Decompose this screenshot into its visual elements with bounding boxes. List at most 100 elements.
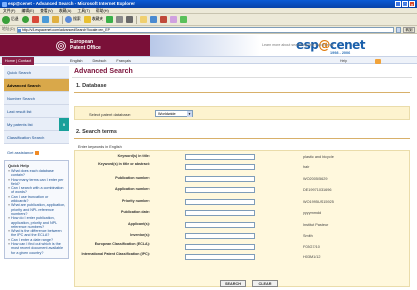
search-icon xyxy=(65,16,73,23)
refresh-icon[interactable] xyxy=(41,16,49,23)
quick-help-link[interactable]: What are publication, application, prior… xyxy=(8,203,66,216)
inventors-input[interactable] xyxy=(185,233,255,239)
toolbar-divider xyxy=(136,15,137,24)
home-icon[interactable] xyxy=(51,16,59,23)
address-dropdown-button[interactable] xyxy=(396,26,401,33)
clear-button[interactable]: CLEAR xyxy=(252,280,278,287)
stop-icon[interactable] xyxy=(31,16,39,23)
epo-name-line2: Patent Office xyxy=(70,44,101,51)
help-icon[interactable] xyxy=(375,58,381,64)
sidebar-item-last-result-list[interactable]: Last result list xyxy=(4,105,69,118)
back-button[interactable]: 后退 xyxy=(2,15,19,24)
form-row-title: Keyword(s) in title: plastic and bicycle xyxy=(75,154,411,162)
sidebar: Quick Search Advanced Search Number Sear… xyxy=(4,66,69,259)
field-example: Institut Pasteur xyxy=(303,223,329,227)
field-example: plastic and bicycle xyxy=(303,155,334,159)
back-label: 后退 xyxy=(11,17,19,21)
header-gradient xyxy=(150,35,260,56)
menu-tools[interactable]: 工具(T) xyxy=(77,8,89,13)
applicants-input[interactable] xyxy=(185,222,255,228)
field-example: DE19971031696 xyxy=(303,188,332,192)
sidebar-item-advanced-search[interactable]: Advanced Search xyxy=(4,79,69,92)
menu-file[interactable]: 文件(F) xyxy=(3,8,15,13)
sidebar-item-my-patents-list[interactable]: My patents list 0 xyxy=(4,118,69,131)
field-example: WO2005/5629 xyxy=(303,177,328,181)
field-label: Applicant(s): xyxy=(128,222,150,226)
home-contact-link[interactable]: Home | Contact xyxy=(2,57,34,65)
history-icon[interactable] xyxy=(106,16,114,23)
database-select[interactable]: Worldwide ▼ xyxy=(155,110,193,117)
folder-icon[interactable] xyxy=(139,16,147,23)
research-icon[interactable] xyxy=(179,16,187,23)
menu-view[interactable]: 查看(V) xyxy=(40,8,53,13)
form-row-inventors: Inventor(s): Smith xyxy=(75,233,411,241)
menu-help[interactable]: 帮助(H) xyxy=(96,8,109,13)
go-button[interactable]: 转到 xyxy=(403,26,415,33)
form-row-priority-number: Priority number: WO1995US15925 xyxy=(75,199,411,207)
ipc-input[interactable] xyxy=(185,254,255,260)
database-label: Select patent database: xyxy=(89,111,132,117)
quick-help-link[interactable]: Can I use truncation or wildcards? xyxy=(8,195,66,204)
main-content: Advanced Search 1. Database Select paten… xyxy=(72,66,412,290)
field-label: International Patent Classification (IPC… xyxy=(81,252,151,256)
messenger-icon[interactable] xyxy=(169,16,177,23)
field-example: yyyymmdd xyxy=(303,211,322,215)
lang-deutsch[interactable]: Deutsch xyxy=(92,57,106,65)
form-row-applicants: Applicant(s): Institut Pasteur xyxy=(75,222,411,230)
maximize-button[interactable]: □ xyxy=(402,1,408,7)
address-input[interactable]: http://v3.espacenet.com/advancedSearch?l… xyxy=(16,26,394,33)
search-button[interactable]: SEARCH xyxy=(220,280,246,287)
window-title: esp@cenet - Advanced Search - Microsoft … xyxy=(8,1,136,6)
sidebar-item-number-search[interactable]: Number Search xyxy=(4,92,69,105)
forward-button[interactable] xyxy=(21,16,29,23)
search-label: 搜索 xyxy=(73,17,81,21)
learn-more-link[interactable]: Learn more about searching with esp@cene… xyxy=(262,43,334,47)
quick-help-link[interactable]: What is the difference between the IPC a… xyxy=(8,229,66,238)
web-page: European Patent Office esp@cenet 1998 - … xyxy=(0,34,417,290)
form-row-ipc: International Patent Classification (IPC… xyxy=(75,252,411,261)
database-panel: Select patent database: Worldwide ▼ xyxy=(74,106,410,120)
discuss-icon[interactable] xyxy=(159,16,167,23)
field-label: Keyword(s) in title: xyxy=(117,154,150,158)
print-icon[interactable] xyxy=(126,16,134,23)
publication-date-input[interactable] xyxy=(185,210,255,216)
mail-icon[interactable] xyxy=(116,16,124,23)
lang-english[interactable]: English xyxy=(70,57,82,65)
field-label: Keyword(s) in title or abstract: xyxy=(98,162,150,166)
keywords-hint: Enter keywords in English xyxy=(78,145,122,149)
field-example: F03G7/10 xyxy=(303,245,320,249)
title-keywords-input[interactable] xyxy=(185,154,255,160)
section-database-title: 1. Database xyxy=(76,83,107,89)
msn-icon[interactable] xyxy=(149,16,157,23)
field-label: European Classification (ECLA): xyxy=(94,242,150,246)
abstract-keywords-input[interactable] xyxy=(185,164,255,170)
ecla-input[interactable] xyxy=(185,244,255,250)
menu-favorites[interactable]: 收藏(A) xyxy=(59,8,72,13)
section-search-terms-title: 2. Search terms xyxy=(76,129,117,135)
close-button[interactable]: × xyxy=(409,1,415,7)
minimize-button[interactable]: _ xyxy=(395,1,401,7)
field-label: Application number: xyxy=(115,187,150,191)
quick-help-link[interactable]: What does each database contain? xyxy=(8,169,66,178)
favorites-button[interactable]: 收藏夹 xyxy=(83,16,103,23)
toolbar-divider xyxy=(61,15,63,24)
quick-help-link[interactable]: How can I find out which is the most rec… xyxy=(8,242,66,255)
quick-help-link[interactable]: How many terms can I enter per field? xyxy=(8,178,66,187)
lang-francais[interactable]: Français xyxy=(116,57,131,65)
help-link[interactable]: Help xyxy=(340,57,347,65)
page-icon xyxy=(18,28,22,32)
get-assistance-link[interactable]: Get assistance xyxy=(4,148,69,158)
search-button[interactable]: 搜索 xyxy=(65,16,81,23)
browser-toolbar: 后退 搜索 收藏夹 xyxy=(0,14,417,26)
field-example: Smith xyxy=(303,234,313,238)
application-number-input[interactable] xyxy=(185,187,255,193)
quick-help-link[interactable]: How do I enter publication, application,… xyxy=(8,216,66,229)
sidebar-item-quick-search[interactable]: Quick Search xyxy=(4,66,69,79)
quick-help-link[interactable]: Can I search with a combination of words… xyxy=(8,186,66,195)
menu-edit[interactable]: 编辑(E) xyxy=(21,8,34,13)
assistance-icon xyxy=(35,151,40,155)
epo-banner: European Patent Office xyxy=(0,35,150,56)
publication-number-input[interactable] xyxy=(185,176,255,182)
priority-number-input[interactable] xyxy=(185,199,255,205)
sidebar-item-classification-search[interactable]: Classification Search xyxy=(4,131,69,144)
